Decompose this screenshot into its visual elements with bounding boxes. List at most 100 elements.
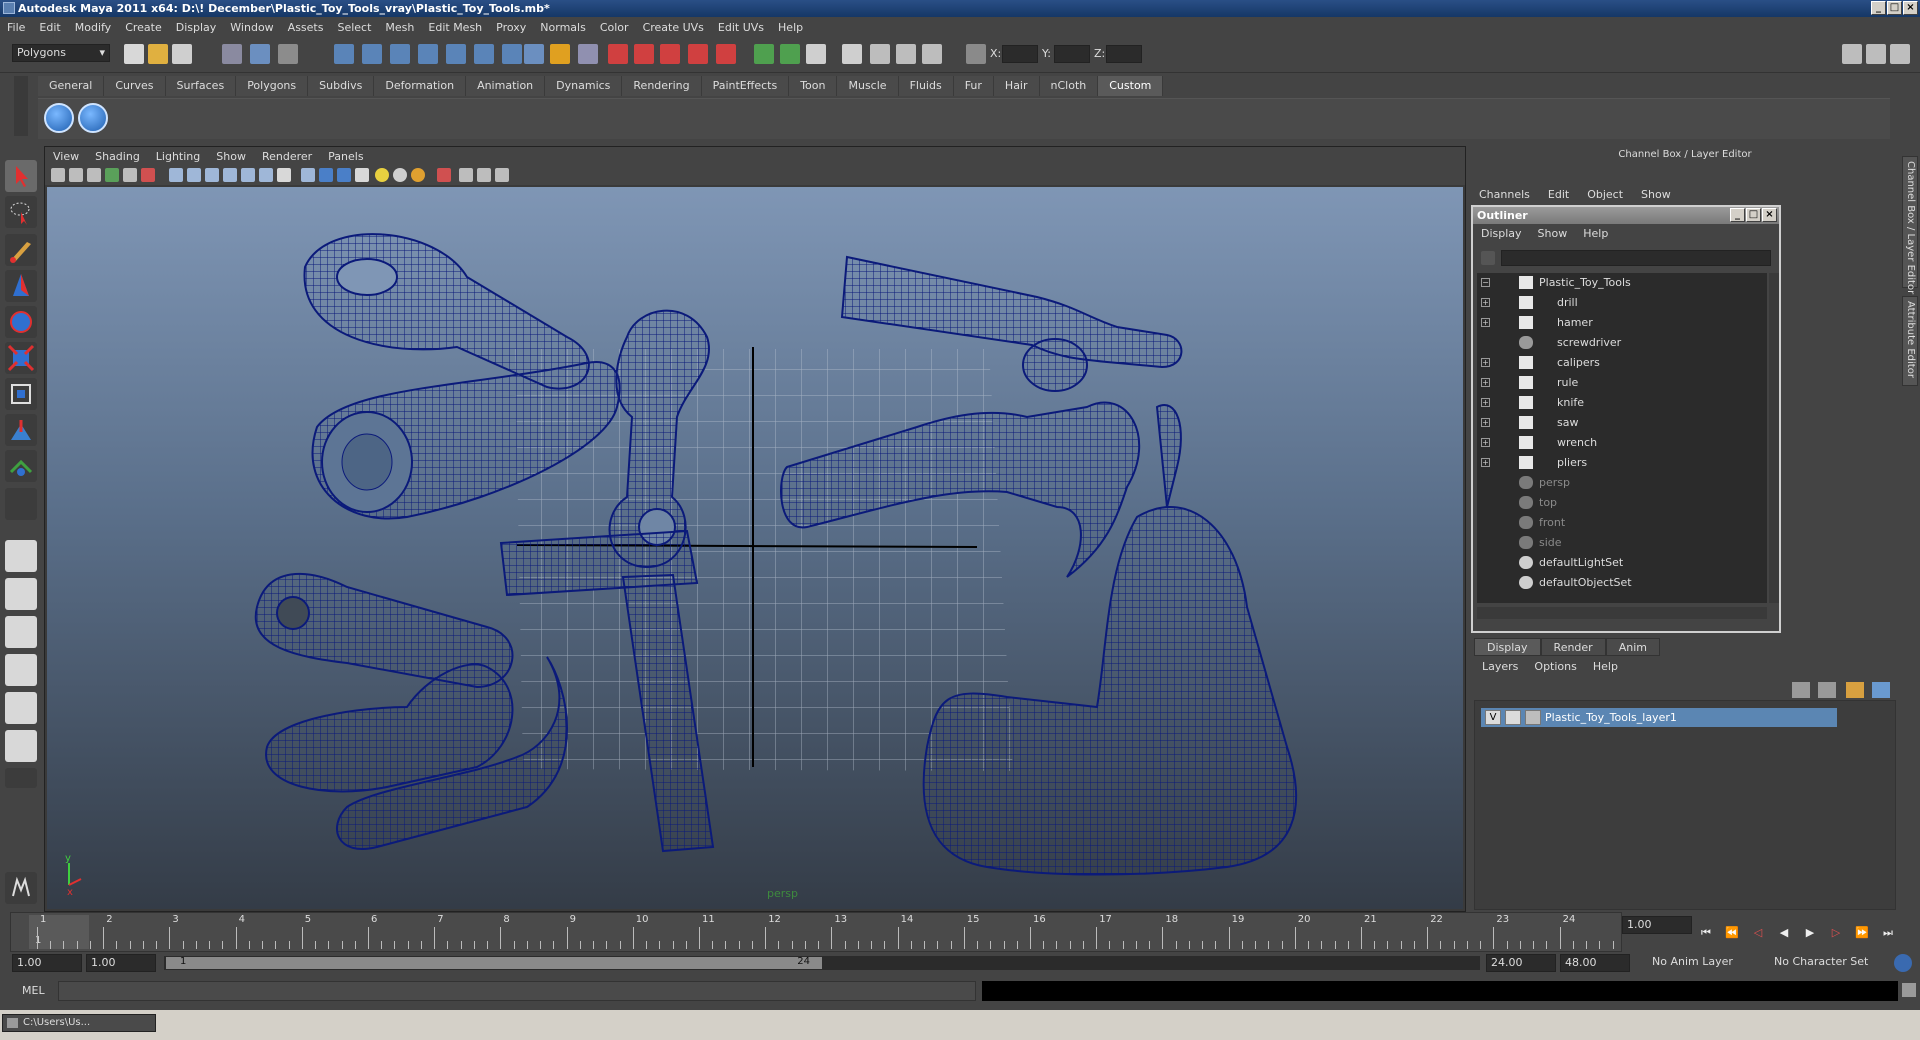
- layer-menu-layers[interactable]: Layers: [1474, 658, 1526, 676]
- layer-menu-options[interactable]: Options: [1526, 658, 1584, 676]
- show-manipulator-icon[interactable]: [5, 450, 37, 482]
- shadows-icon[interactable]: [393, 168, 407, 182]
- menu-normals[interactable]: Normals: [533, 21, 593, 34]
- expand-icon[interactable]: +: [1481, 298, 1490, 307]
- pick-mask-icon-4[interactable]: [418, 44, 438, 64]
- lock-selection-icon[interactable]: [550, 44, 570, 64]
- smooth-shade-icon[interactable]: [319, 168, 333, 182]
- shelf-tab-subdivs[interactable]: Subdivs: [308, 76, 375, 96]
- outliner-item-pliers[interactable]: + pliers: [1477, 453, 1767, 472]
- menuset-dropdown[interactable]: Polygons ▾: [12, 44, 110, 62]
- outliner-close-button[interactable]: ×: [1762, 208, 1777, 222]
- menu-edit-mesh[interactable]: Edit Mesh: [421, 21, 489, 34]
- expand-icon[interactable]: +: [1481, 418, 1490, 427]
- character-set-dropdown[interactable]: No Character Set: [1770, 954, 1884, 972]
- menu-create[interactable]: Create: [118, 21, 169, 34]
- four-view-layout-icon[interactable]: [5, 578, 37, 610]
- pick-mask-icon-5[interactable]: [446, 44, 466, 64]
- high-quality-icon[interactable]: [411, 168, 425, 182]
- shelf-tab-ncloth[interactable]: nCloth: [1039, 76, 1099, 96]
- lasso-tool-icon[interactable]: [5, 196, 37, 228]
- playback-end-field[interactable]: 24.00: [1486, 954, 1556, 972]
- go-to-start-icon[interactable]: ⏮: [1698, 925, 1714, 941]
- viewport-menu-view[interactable]: View: [45, 150, 87, 163]
- menu-create-uvs[interactable]: Create UVs: [636, 21, 711, 34]
- expand-icon[interactable]: +: [1481, 438, 1490, 447]
- shelf-tab-fluids[interactable]: Fluids: [898, 76, 954, 96]
- shelf-tab-custom[interactable]: Custom: [1098, 76, 1164, 96]
- shelf-tab-deformation[interactable]: Deformation: [374, 76, 467, 96]
- anim-layer-dropdown[interactable]: No Anim Layer: [1648, 954, 1762, 972]
- layer-tab-anim[interactable]: Anim: [1605, 638, 1660, 656]
- select-camera-icon[interactable]: [51, 168, 65, 182]
- step-forward-key-icon[interactable]: ⏩: [1854, 925, 1870, 941]
- transform-input-mode-icon[interactable]: [966, 44, 986, 64]
- gate-mask-icon[interactable]: [223, 168, 237, 182]
- viewport-menu-panels[interactable]: Panels: [320, 150, 371, 163]
- menu-help[interactable]: Help: [771, 21, 810, 34]
- channel-menu-object[interactable]: Object: [1578, 186, 1632, 204]
- menu-edit[interactable]: Edit: [32, 21, 67, 34]
- range-slider-handle[interactable]: 1 24: [166, 956, 822, 969]
- close-button[interactable]: ×: [1903, 1, 1918, 15]
- single-perspective-layout-icon[interactable]: [5, 540, 37, 572]
- scale-tool-icon[interactable]: [5, 342, 37, 374]
- layer-menu-help[interactable]: Help: [1585, 658, 1626, 676]
- hypershade-persp-layout-icon[interactable]: [5, 692, 37, 724]
- x-field[interactable]: [1002, 45, 1038, 63]
- outliner-item-side[interactable]: side: [1477, 533, 1767, 552]
- collapse-icon[interactable]: −: [1481, 278, 1490, 287]
- paint-select-tool-icon[interactable]: [5, 234, 37, 266]
- menu-modify[interactable]: Modify: [68, 21, 118, 34]
- expand-icon[interactable]: +: [1481, 458, 1490, 467]
- grease-pencil-icon[interactable]: [141, 168, 155, 182]
- time-slider[interactable]: 1 1 2 3 4 5 6 7 8 9 10 11 12 13 14 15 16 17 18 19 20 21 22 23 2…: [10, 912, 1622, 952]
- render-settings-icon[interactable]: [896, 44, 916, 64]
- outliner-item-saw[interactable]: + saw: [1477, 413, 1767, 432]
- construction-history-icon[interactable]: [780, 44, 800, 64]
- outliner-item-default-object-set[interactable]: defaultObjectSet: [1477, 573, 1767, 592]
- channel-box-side-tab[interactable]: Channel Box / Layer Editor: [1902, 156, 1918, 294]
- grid-toggle-icon[interactable]: [169, 168, 183, 182]
- playback-start-field[interactable]: 1.00: [86, 954, 156, 972]
- menu-display[interactable]: Display: [169, 21, 224, 34]
- minimized-window-button[interactable]: C:\Users\Us...: [2, 1014, 156, 1032]
- step-back-key-icon[interactable]: ⏪: [1724, 925, 1740, 941]
- shelf-tab-polygons[interactable]: Polygons: [236, 76, 309, 96]
- snap-curve-icon[interactable]: [634, 44, 654, 64]
- hypershade-icon[interactable]: [922, 44, 942, 64]
- outliner-menu-show[interactable]: Show: [1530, 225, 1576, 243]
- channel-menu-channels[interactable]: Channels: [1470, 186, 1539, 204]
- shelf-tab-fur[interactable]: Fur: [953, 76, 994, 96]
- shelf-options-handle[interactable]: [14, 76, 28, 136]
- outliner-item-screwdriver[interactable]: screwdriver: [1477, 333, 1767, 352]
- step-forward-frame-icon[interactable]: ▷: [1828, 925, 1844, 941]
- use-all-lights-icon[interactable]: [375, 168, 389, 182]
- pick-mask-icon-2[interactable]: [362, 44, 382, 64]
- y-field[interactable]: [1054, 45, 1090, 63]
- viewport-menu-show[interactable]: Show: [208, 150, 254, 163]
- custom-shelf-check-icon-2[interactable]: [78, 103, 108, 133]
- universal-manipulator-icon[interactable]: [5, 378, 37, 410]
- snap-grid-icon[interactable]: [608, 44, 628, 64]
- layout-options-handle[interactable]: [5, 768, 37, 788]
- toggle-tool-settings-icon[interactable]: [1866, 44, 1886, 64]
- menu-mesh[interactable]: Mesh: [378, 21, 421, 34]
- filter-icon[interactable]: [1481, 251, 1495, 265]
- select-component-icon[interactable]: [278, 44, 298, 64]
- film-gate-icon[interactable]: [187, 168, 201, 182]
- 2d-pan-zoom-icon[interactable]: [123, 168, 137, 182]
- help-mask-icon[interactable]: [524, 44, 544, 64]
- pick-mask-icon-6[interactable]: [474, 44, 494, 64]
- ipr-render-icon[interactable]: [870, 44, 890, 64]
- menu-proxy[interactable]: Proxy: [489, 21, 533, 34]
- menu-select[interactable]: Select: [330, 21, 378, 34]
- layer-tab-display[interactable]: Display: [1474, 638, 1541, 656]
- input-output-icon[interactable]: [754, 44, 774, 64]
- animation-end-field[interactable]: 48.00: [1560, 954, 1630, 972]
- outliner-horizontal-scrollbar[interactable]: [1477, 607, 1767, 619]
- move-tool-icon[interactable]: [5, 270, 37, 302]
- outliner-item-knife[interactable]: + knife: [1477, 393, 1767, 412]
- outliner-menu-help[interactable]: Help: [1575, 225, 1616, 243]
- maximize-button[interactable]: □: [1887, 1, 1902, 15]
